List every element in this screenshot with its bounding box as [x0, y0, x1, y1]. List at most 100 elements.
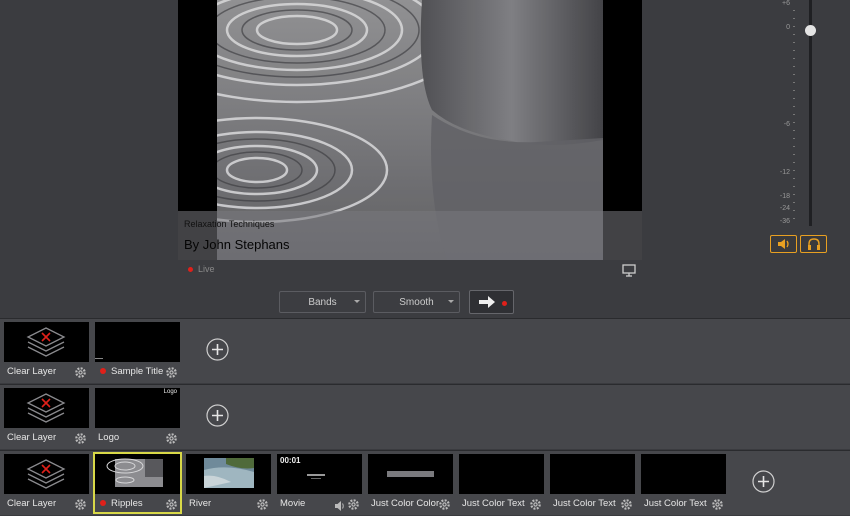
clip-just-color-text[interactable]: Just Color Text — [550, 454, 635, 512]
monitor-icon[interactable] — [622, 264, 636, 277]
headphones-button[interactable] — [800, 235, 827, 253]
clip-thumbnail: 00:01 — [277, 454, 362, 494]
preview-area: Relaxation Techniques By John Stephans L… — [0, 0, 850, 318]
live-label: Live — [198, 264, 215, 274]
clip-ripples[interactable]: Ripples — [93, 452, 182, 514]
clip-label: Sample Title — [111, 365, 164, 377]
gear-icon[interactable] — [165, 364, 178, 378]
speaker-icon — [778, 239, 789, 249]
add-clip-button[interactable] — [206, 338, 229, 361]
layer-row: Clear Layer Ripples River 00:01 Movie Just Co… — [0, 450, 850, 515]
meter-tick — [793, 178, 795, 179]
lower-third-overlay: Relaxation Techniques By John Stephans — [178, 211, 642, 260]
clear-layer-icon — [26, 327, 66, 357]
clip-thumbnail — [4, 322, 89, 362]
clip-clear-layer[interactable]: Clear Layer — [4, 322, 89, 380]
gear-icon[interactable] — [256, 496, 269, 510]
gear-icon[interactable] — [347, 496, 360, 510]
add-clip-button[interactable] — [752, 470, 775, 493]
meter-scale-label: -12 — [779, 169, 790, 176]
clip-thumbnail — [95, 454, 180, 494]
river-thumbnail-image — [186, 454, 271, 494]
gear-icon[interactable] — [529, 496, 542, 510]
clip-clear-layer[interactable]: Clear Layer — [4, 388, 89, 446]
clip-thumbnail — [95, 322, 180, 362]
meter-tick — [793, 122, 795, 123]
meter-tick — [793, 74, 795, 75]
meter-tick — [793, 82, 795, 83]
clip-clear-layer[interactable]: Clear Layer — [4, 454, 89, 512]
meter-tick — [793, 50, 795, 51]
volume-slider-thumb[interactable] — [805, 25, 816, 36]
clip-river[interactable]: River — [186, 454, 271, 512]
clip-thumbnail — [459, 454, 544, 494]
meter-tick — [793, 34, 795, 35]
meter-scale-label: +6 — [782, 0, 790, 7]
clip-thumbnail — [641, 454, 726, 494]
clip-thumbnail — [368, 454, 453, 494]
clip-label: Just Color Color — [371, 497, 440, 509]
plus-icon — [206, 338, 229, 361]
logo-thumb-text: Logo — [163, 389, 177, 395]
clip-just-color-text[interactable]: Just Color Text — [459, 454, 544, 512]
live-dot-icon — [100, 368, 106, 374]
clip-just-color-text[interactable]: Just Color Text — [641, 454, 726, 512]
clip-label: Clear Layer — [7, 365, 57, 377]
live-dot-icon — [188, 266, 193, 272]
clip-label: Just Color Text — [553, 497, 616, 509]
meter-tick — [793, 194, 795, 195]
audio-meter: +6 0 -6 -12 -18 -24 -36 — [770, 0, 850, 253]
clip-label: Ripples — [111, 497, 143, 509]
clip-just-color-color[interactable]: Just Color Color — [368, 454, 453, 512]
clip-volume-icon[interactable] — [334, 497, 346, 511]
gear-icon[interactable] — [165, 496, 178, 510]
clip-sample-title[interactable]: Sample Title — [95, 322, 180, 380]
gear-icon[interactable] — [74, 430, 87, 444]
clip-thumbnail — [4, 388, 89, 428]
clip-label: Clear Layer — [7, 431, 57, 443]
color-bar-thumbnail — [387, 471, 434, 477]
clear-layer-icon — [26, 459, 66, 489]
meter-tick — [793, 154, 795, 155]
clip-thumbnail — [4, 454, 89, 494]
meter-tick — [793, 90, 795, 91]
easing-dropdown[interactable]: Smooth — [373, 291, 460, 313]
plus-icon — [752, 470, 775, 493]
gear-icon[interactable] — [74, 496, 87, 510]
gear-icon[interactable] — [74, 364, 87, 378]
meter-tick — [793, 66, 795, 67]
easing-value: Smooth — [399, 296, 434, 308]
clip-movie[interactable]: 00:01 Movie — [277, 454, 362, 512]
layer-row: Clear Layer Sample Title — [0, 318, 850, 383]
meter-tick — [793, 218, 795, 219]
clear-layer-icon — [26, 393, 66, 423]
speaker-button[interactable] — [770, 235, 797, 253]
ripples-thumbnail-image — [95, 454, 180, 494]
meter-tick — [793, 106, 795, 107]
meter-tick — [793, 202, 795, 203]
headphones-icon — [808, 238, 820, 250]
clip-logo[interactable]: Logo Logo — [95, 388, 180, 446]
chevron-down-icon — [354, 300, 360, 303]
meter-scale-label: -24 — [779, 205, 790, 212]
clip-thumbnail — [186, 454, 271, 494]
layer-row: Clear Layer Logo Logo — [0, 384, 850, 449]
transition-type-dropdown[interactable]: Bands — [279, 291, 366, 313]
meter-tick — [793, 18, 795, 19]
meter-tick — [793, 162, 795, 163]
plus-icon — [206, 404, 229, 427]
meter-tick — [793, 42, 795, 43]
add-clip-button[interactable] — [206, 404, 229, 427]
meter-tick — [793, 130, 795, 131]
lower-third-subtitle: Relaxation Techniques — [184, 219, 275, 229]
gear-icon[interactable] — [711, 496, 724, 510]
gear-icon[interactable] — [438, 496, 451, 510]
gear-icon[interactable] — [165, 430, 178, 444]
transition-button[interactable] — [469, 290, 514, 314]
meter-scale-label: -18 — [779, 193, 790, 200]
meter-tick — [793, 146, 795, 147]
live-indicator: Live — [188, 264, 215, 274]
chevron-down-icon — [448, 300, 454, 303]
arrow-right-icon — [479, 296, 495, 308]
gear-icon[interactable] — [620, 496, 633, 510]
